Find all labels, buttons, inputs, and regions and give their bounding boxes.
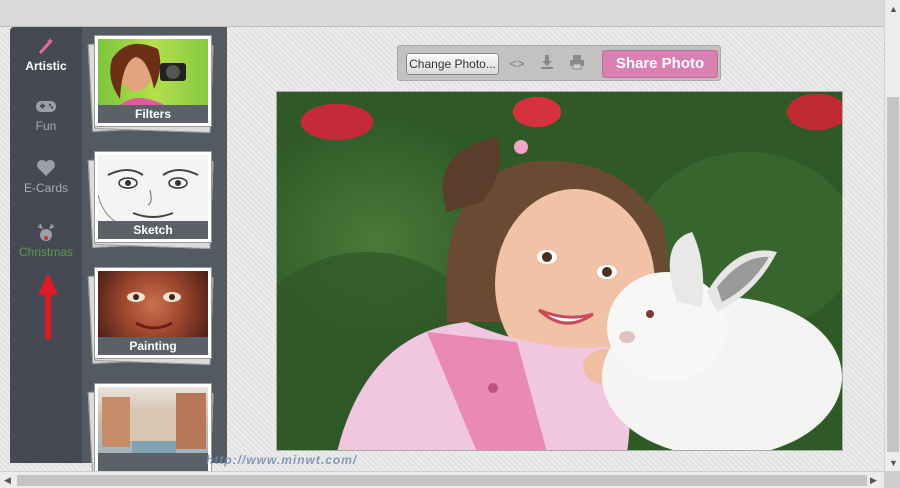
change-photo-button[interactable]: Change Photo... (406, 53, 499, 75)
horizontal-scroll-thumb[interactable] (17, 475, 867, 486)
thumb-card: Sketch (94, 151, 212, 243)
thumb-caption (98, 453, 208, 471)
nav-item-ecards[interactable]: E-Cards (10, 153, 82, 213)
nav-label: Christmas (18, 245, 73, 259)
vertical-scrollbar[interactable]: ▲ ▼ (884, 0, 900, 471)
page-content: Artistic Fun E-Cards Christmas Filters S… (0, 27, 884, 471)
scroll-left-icon[interactable]: ◀ (4, 475, 11, 486)
filters-preview-image (98, 39, 208, 107)
nav-label: E-Cards (23, 181, 68, 195)
thumb-card: Painting (94, 267, 212, 359)
scroll-right-icon[interactable]: ▶ (870, 475, 877, 486)
horizontal-scrollbar[interactable]: ◀ ▶ (0, 471, 884, 488)
photo-toolbar: Change Photo... <> Share Photo (397, 45, 721, 81)
thumb-watercolor[interactable] (87, 383, 214, 471)
painting-preview-image (98, 271, 208, 339)
embed-icon[interactable]: <> (506, 54, 528, 74)
gamepad-icon (10, 95, 82, 117)
thumb-card (94, 383, 212, 471)
red-arrow-annotation (38, 273, 58, 344)
thumb-caption: Painting (98, 337, 208, 355)
thumb-painting[interactable]: Painting (87, 267, 214, 365)
nav-label: Artistic (25, 59, 67, 73)
thumb-sketch[interactable]: Sketch (87, 151, 214, 249)
scroll-down-icon[interactable]: ▼ (889, 458, 898, 468)
thumb-card: Filters (94, 35, 212, 127)
browser-top-bar (0, 0, 884, 27)
download-icon[interactable] (536, 54, 558, 74)
share-photo-button[interactable]: Share Photo (602, 50, 718, 78)
thumb-caption: Sketch (98, 221, 208, 239)
reindeer-icon (10, 221, 82, 243)
heart-icon (10, 157, 82, 179)
main-photo (276, 91, 843, 451)
sketch-preview-image (97, 155, 208, 224)
vertical-scroll-thumb[interactable] (887, 97, 899, 452)
scroll-up-icon[interactable]: ▲ (889, 4, 898, 14)
thumb-caption: Filters (98, 105, 208, 123)
venice-preview-image (98, 387, 208, 455)
watermark-text: http://www.minwt.com/ (206, 453, 358, 467)
magic-wand-icon (10, 35, 82, 57)
print-icon[interactable] (566, 54, 588, 74)
nav-item-artistic[interactable]: Artistic (10, 31, 82, 91)
category-nav: Artistic Fun E-Cards Christmas (10, 27, 82, 463)
nav-label: Fun (35, 119, 57, 133)
nav-item-christmas[interactable]: Christmas (10, 217, 82, 277)
thumb-filters[interactable]: Filters (87, 35, 214, 133)
effect-thumbnails-panel: Filters Sketch Painting (82, 27, 227, 471)
nav-item-fun[interactable]: Fun (10, 91, 82, 151)
